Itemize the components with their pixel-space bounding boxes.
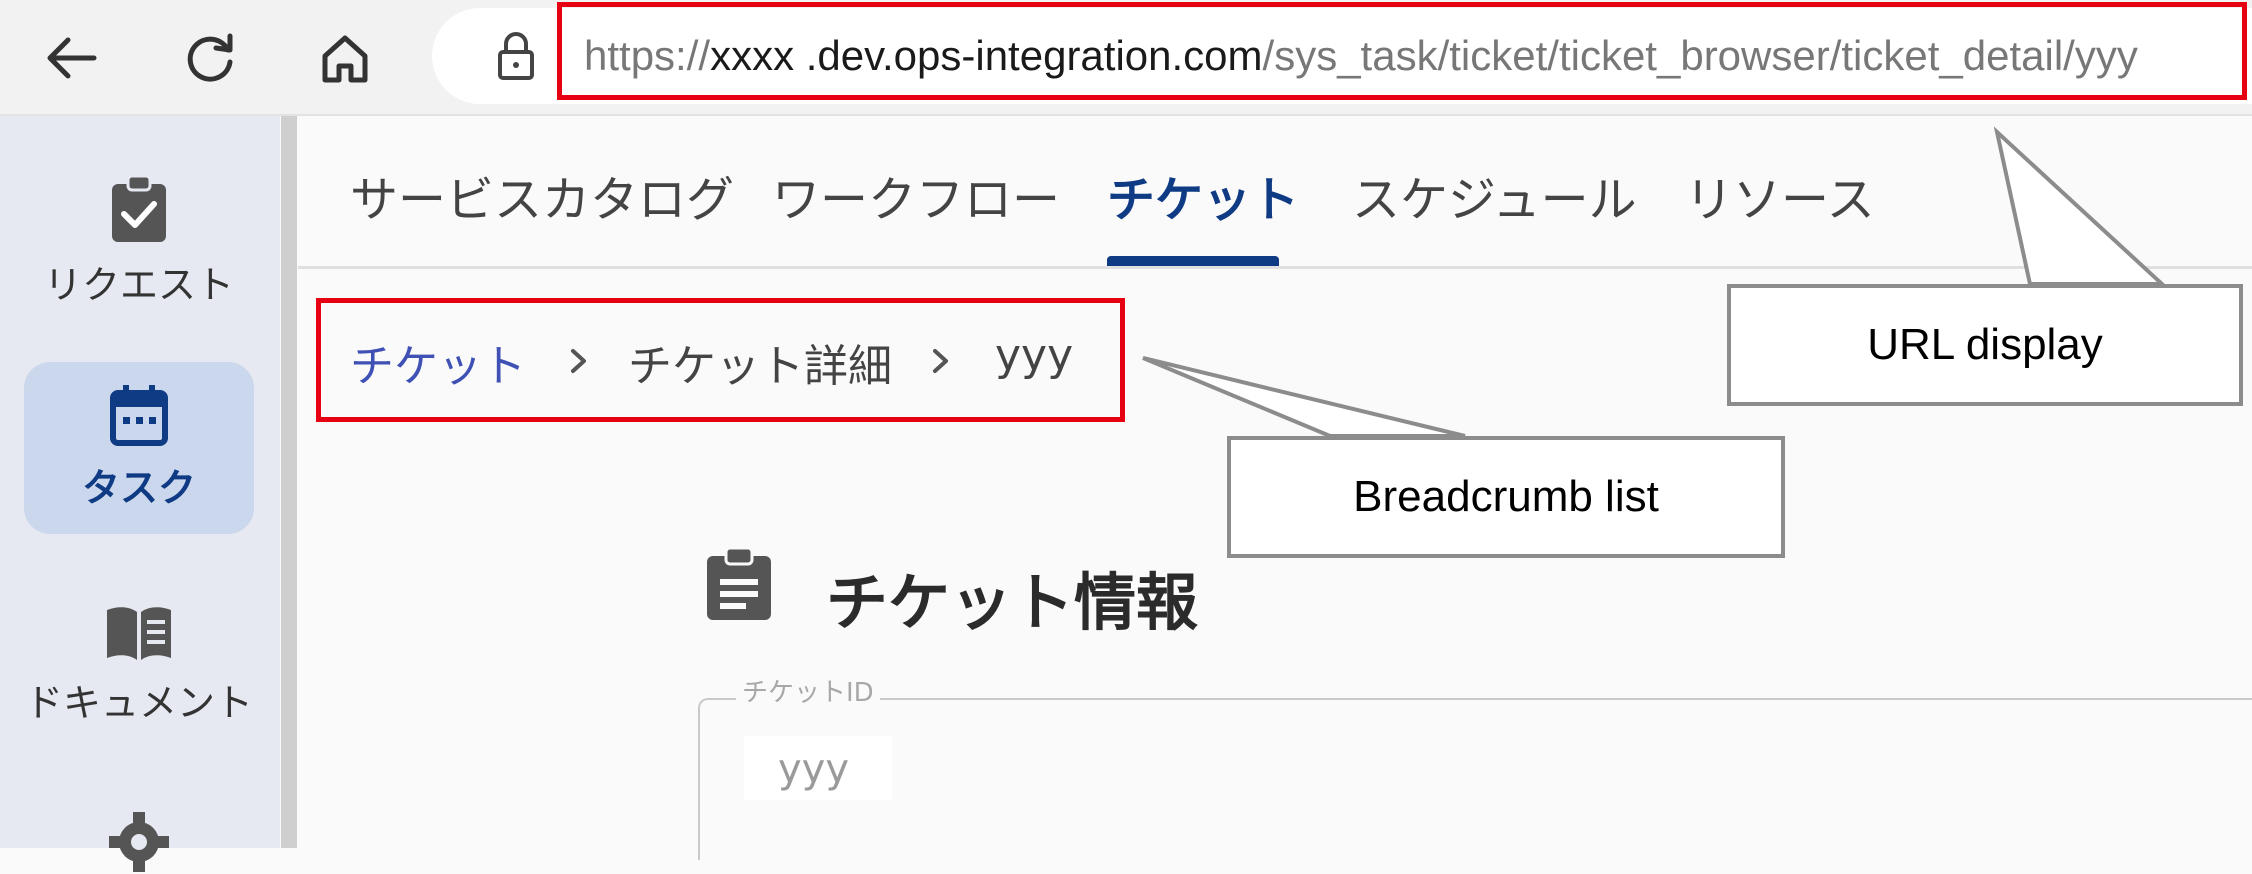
sidebar-item-request[interactable]: リクエスト	[24, 174, 254, 309]
tab-resource[interactable]: リソース	[1685, 160, 1875, 230]
lock-icon	[498, 32, 534, 80]
chevron-right-icon	[933, 349, 948, 373]
breadcrumb-item-ticket[interactable]: チケット	[350, 330, 526, 394]
sidebar-item-document[interactable]: ドキュメント	[24, 604, 254, 727]
ticket-id-label: チケットID	[736, 672, 880, 709]
clipboard-icon	[707, 546, 771, 620]
gear-icon	[109, 812, 169, 872]
home-icon	[322, 35, 368, 83]
tab-service-catalog[interactable]: サービスカタログ	[350, 160, 734, 230]
calendar-icon	[110, 384, 168, 446]
arrow-left-icon	[47, 37, 97, 79]
sidebar-scrollbar[interactable]	[281, 116, 297, 848]
active-tab-indicator	[1107, 256, 1279, 266]
breadcrumb-list-callout: Breadcrumb list	[1227, 436, 1785, 558]
book-icon	[107, 607, 171, 660]
url-display-callout: URL display	[1727, 284, 2243, 406]
sidebar-item-label: ドキュメント	[24, 681, 253, 725]
back-button[interactable]	[22, 18, 122, 98]
clipboard-check-icon	[112, 174, 166, 242]
ticket-id-value: yyy	[778, 746, 850, 792]
chevron-right-icon	[571, 349, 586, 373]
url-highlight-frame	[557, 2, 2247, 100]
home-button[interactable]	[295, 18, 395, 98]
reload-icon	[187, 33, 233, 82]
sidebar-item-label: リクエスト	[43, 263, 234, 307]
breadcrumb-item-ticket-detail[interactable]: チケット詳細	[628, 330, 892, 394]
sidebar-item-settings[interactable]	[24, 810, 254, 874]
tab-workflow[interactable]: ワークフロー	[772, 160, 1060, 230]
sidebar-item-label: タスク	[81, 465, 196, 510]
tab-schedule[interactable]: スケジュール	[1352, 160, 1637, 230]
breadcrumb-item-current: yyy	[995, 330, 1074, 381]
reload-button[interactable]	[160, 18, 260, 98]
ticket-id-field	[698, 698, 2252, 860]
section-title: チケット情報	[826, 566, 1199, 639]
sidebar-item-task[interactable]: タスク	[24, 362, 254, 534]
tab-ticket[interactable]: チケット	[1107, 160, 1299, 230]
